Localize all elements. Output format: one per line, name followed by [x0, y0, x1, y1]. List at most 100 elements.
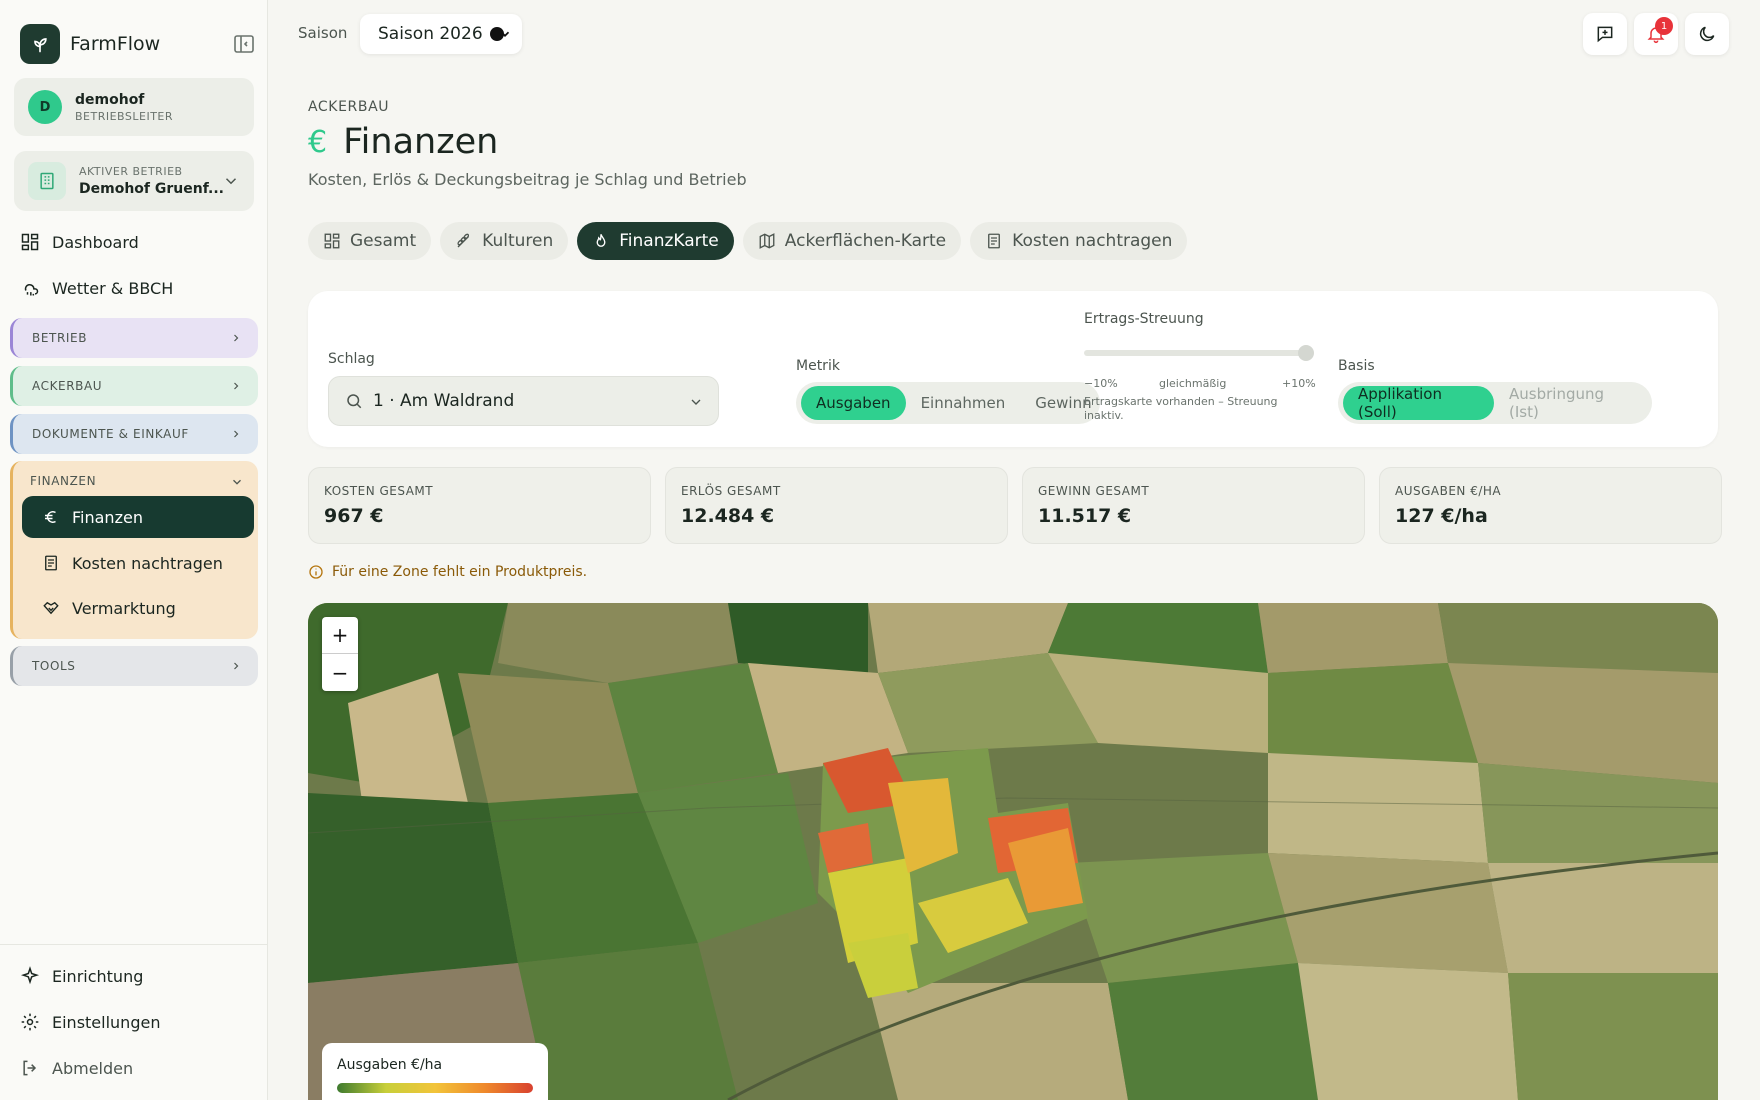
map-legend: Ausgaben €/ha — [322, 1043, 548, 1100]
app-name: FarmFlow — [70, 33, 161, 55]
schlag-label: Schlag — [328, 351, 375, 367]
chevron-down-icon — [225, 178, 237, 185]
wheat-icon — [457, 233, 470, 248]
active-farm-label: AKTIVER BETRIEB — [79, 165, 183, 178]
zoom-out-button[interactable]: − — [322, 654, 358, 691]
season-select[interactable]: Saison 2026 — [360, 14, 522, 54]
nav-logout[interactable]: Abmelden — [20, 1050, 256, 1086]
slider-knob[interactable] — [1298, 345, 1314, 361]
nav-dashboard[interactable]: Dashboard — [20, 224, 256, 260]
basis-ausbringung[interactable]: Ausbringung (Ist) — [1494, 385, 1647, 421]
tab-bar: Gesamt Kulturen FinanzKarte Ackerflächen… — [308, 222, 1196, 260]
group-ackerbau-label: ACKERBAU — [32, 379, 103, 393]
group-dokumente[interactable]: DOKUMENTE & EINKAUF — [10, 414, 258, 454]
nav-setup[interactable]: Einrichtung — [20, 958, 256, 994]
group-betrieb[interactable]: BETRIEB — [10, 318, 258, 358]
tab-ackerflaechen-karte[interactable]: Ackerflächen-Karte — [742, 222, 962, 260]
tab-kosten-nachtragen[interactable]: Kosten nachtragen — [970, 222, 1188, 260]
stat-label: KOSTEN GESAMT — [324, 484, 434, 498]
cloud-rain-icon — [24, 283, 39, 296]
moon-icon — [1699, 26, 1715, 42]
gear-icon — [21, 1013, 39, 1031]
map-icon — [759, 233, 775, 249]
filter-card: Schlag 1 · Am Waldrand Metrik Ausgaben E… — [308, 291, 1718, 447]
receipt-icon — [45, 555, 57, 571]
user-card[interactable]: D demohof BETRIEBSLEITER — [14, 78, 254, 136]
streuung-label: Ertrags-Streuung — [1084, 311, 1204, 327]
nav-settings-label: Einstellungen — [52, 1012, 161, 1032]
chevron-right-icon — [234, 382, 239, 390]
nav-logout-label: Abmelden — [52, 1058, 134, 1078]
zoom-in-button[interactable]: + — [322, 617, 358, 654]
flame-icon — [596, 234, 606, 247]
nav-weather[interactable]: Wetter & BBCH — [20, 270, 256, 306]
metric-ausgaben[interactable]: Ausgaben — [801, 386, 906, 420]
stat-label: AUSGABEN €/HA — [1395, 484, 1502, 498]
chevron-down-icon — [691, 399, 701, 405]
logo[interactable] — [20, 24, 60, 64]
tab-kulturen[interactable]: Kulturen — [440, 222, 569, 260]
metric-segmented-control: Ausgaben Einnahmen Gewinn — [796, 382, 1100, 424]
sidebar-item-vermarktung[interactable]: Vermarktung — [22, 587, 254, 629]
tab-kulturen-label: Kulturen — [482, 231, 554, 251]
sidebar-item-vermarktung-label: Vermarktung — [72, 598, 176, 618]
theme-toggle-button[interactable] — [1685, 13, 1729, 55]
notifications-button[interactable]: 1 — [1634, 13, 1678, 55]
notification-badge: 1 — [1655, 17, 1673, 35]
dashboard-icon — [21, 233, 39, 251]
page-title-row: € Finanzen — [308, 120, 498, 164]
stat-value: 127 €/ha — [1395, 505, 1488, 527]
schlag-select[interactable]: 1 · Am Waldrand — [328, 376, 719, 426]
season-value: Saison 2026 — [378, 24, 483, 44]
satellite-map[interactable]: + − Ausgaben €/ha — [308, 603, 1718, 1100]
streuung-slider[interactable] — [1084, 345, 1314, 361]
streuung-mid: gleichmäßig — [1159, 377, 1227, 390]
group-tools[interactable]: TOOLS — [10, 646, 258, 686]
sidebar-item-finanzen[interactable]: Finanzen — [22, 496, 254, 538]
metric-einnahmen[interactable]: Einnahmen — [906, 386, 1021, 420]
streuung-note: Ertragskarte vorhanden – Streuung inakti… — [1084, 395, 1278, 422]
chevron-right-icon — [234, 334, 239, 342]
sidebar-item-kosten[interactable]: Kosten nachtragen — [22, 542, 254, 584]
chevron-down-icon[interactable] — [230, 475, 244, 489]
sprout-icon — [34, 38, 47, 53]
season-label: Saison — [298, 24, 348, 42]
main-content: Saison Saison 2026 1 ACKERBAU € Finanzen… — [268, 0, 1760, 1100]
logout-icon — [23, 1060, 37, 1076]
group-finanzen-label[interactable]: FINANZEN — [30, 474, 96, 488]
group-ackerbau[interactable]: ACKERBAU — [10, 366, 258, 406]
active-farm-selector[interactable]: AKTIVER BETRIEB Demohof Gruenf... — [14, 151, 254, 211]
basis-applikation[interactable]: Applikation (Soll) — [1343, 385, 1494, 421]
sidebar-toggle-icon[interactable] — [232, 32, 256, 56]
group-tools-label: TOOLS — [32, 659, 76, 673]
chevron-right-icon — [234, 430, 239, 438]
nav-settings[interactable]: Einstellungen — [20, 1004, 256, 1040]
page-subtitle: Kosten, Erlös & Deckungsbeitrag je Schla… — [308, 170, 747, 189]
stat-value: 967 € — [324, 505, 384, 527]
search-icon — [347, 394, 362, 409]
sidebar-item-kosten-label: Kosten nachtragen — [72, 553, 223, 573]
euro-icon: € — [308, 124, 328, 160]
tab-gesamt[interactable]: Gesamt — [308, 222, 432, 260]
user-name: demohof — [75, 91, 145, 108]
stat-kosten-gesamt: KOSTEN GESAMT 967 € — [308, 467, 651, 544]
feedback-button[interactable] — [1583, 13, 1627, 55]
metric-label: Metrik — [796, 358, 840, 374]
chevron-down-icon — [500, 31, 510, 37]
streuung-min: −10% — [1084, 377, 1118, 390]
page-title: Finanzen — [343, 122, 499, 162]
warning-text: Für eine Zone fehlt ein Produktpreis. — [332, 564, 588, 580]
stat-value: 12.484 € — [681, 505, 775, 527]
satellite-imagery — [308, 603, 1718, 1100]
basis-segmented-control: Applikation (Soll) Ausbringung (Ist) — [1338, 382, 1652, 424]
brand: FarmFlow — [20, 24, 256, 64]
tab-finanzkarte[interactable]: FinanzKarte — [577, 222, 734, 260]
chevron-right-icon — [234, 662, 239, 670]
legend-color-scale — [337, 1083, 533, 1093]
stat-value: 11.517 € — [1038, 505, 1132, 527]
page-overline: ACKERBAU — [308, 99, 390, 115]
tab-kosten-label: Kosten nachtragen — [1012, 231, 1173, 251]
sparkles-icon — [20, 966, 40, 985]
tab-ackerflaechen-label: Ackerflächen-Karte — [784, 231, 947, 251]
message-plus-icon — [1597, 26, 1613, 43]
